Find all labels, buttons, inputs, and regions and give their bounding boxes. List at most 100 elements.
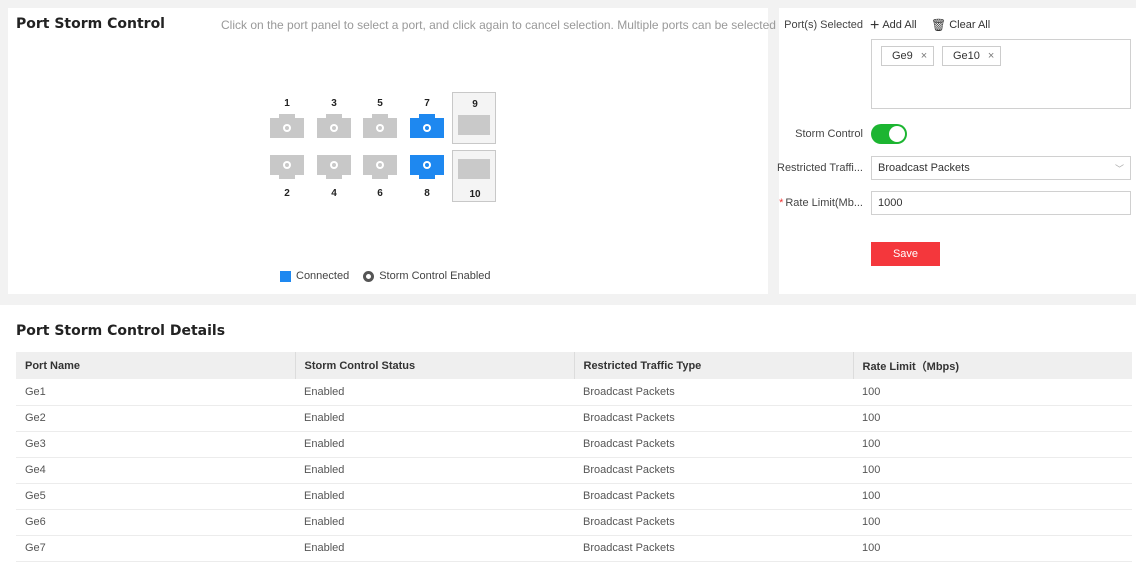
table-cell: Broadcast Packets — [574, 405, 853, 432]
port-10[interactable]: 10 — [452, 150, 496, 202]
table-cell: Broadcast Packets — [574, 457, 853, 484]
table-cell: Ge1 — [16, 379, 295, 406]
table-cell: Ge5 — [16, 483, 295, 510]
clear-all-button[interactable]: 🗑 Clear All — [931, 17, 991, 32]
table-row: Ge1 Enabled Broadcast Packets 100 — [16, 379, 1132, 406]
table-cell: Broadcast Packets — [574, 379, 853, 406]
table-cell: Enabled — [295, 405, 574, 432]
table-cell: Broadcast Packets — [574, 431, 853, 458]
table-cell: Enabled — [295, 483, 574, 510]
sfp-slot — [458, 115, 490, 135]
table-cell: Broadcast Packets — [574, 535, 853, 562]
panel-title: Port Storm Control — [16, 16, 165, 32]
table-cell: Enabled — [295, 457, 574, 484]
restricted-traffic-value: Broadcast Packets — [878, 162, 970, 174]
table-cell: Enabled — [295, 431, 574, 458]
storm-control-toggle[interactable] — [871, 124, 907, 144]
table-cell: 100 — [853, 379, 1132, 406]
trash-icon: 🗑 — [931, 17, 947, 32]
port-number: 6 — [377, 188, 383, 199]
table-body: Ge1 Enabled Broadcast Packets 100 Ge2 Enabled… — [16, 379, 1132, 562]
table-cell: 100 — [853, 457, 1132, 484]
port-2[interactable]: 2 — [265, 150, 309, 202]
ethernet-port-icon — [270, 155, 304, 179]
port-8[interactable]: 8 — [405, 150, 449, 202]
toggle-knob — [889, 126, 905, 142]
ethernet-port-icon — [363, 155, 397, 179]
add-all-button[interactable]: + Add All — [870, 16, 917, 34]
port-tag-ge10: Ge10 × — [942, 46, 1002, 66]
table-cell: 100 — [853, 405, 1132, 432]
port-number: 5 — [377, 98, 383, 109]
ethernet-port-icon — [317, 155, 351, 179]
table-row: Ge7 Enabled Broadcast Packets 100 — [16, 535, 1132, 562]
port-number: 7 — [424, 98, 430, 109]
close-icon[interactable]: × — [921, 50, 927, 62]
table-cell: Enabled — [295, 509, 574, 536]
port-number: 9 — [472, 99, 478, 110]
close-icon[interactable]: × — [988, 50, 994, 62]
legend-connected: Connected — [296, 270, 350, 282]
table-cell: Ge7 — [16, 535, 295, 562]
legend-storm-enabled: Storm Control Enabled — [379, 270, 491, 282]
table-row: Ge4 Enabled Broadcast Packets 100 — [16, 457, 1132, 484]
details-table: Port Name Storm Control Status Restricted … — [16, 352, 1132, 562]
tag-label: Ge10 — [953, 50, 980, 62]
port-4[interactable]: 4 — [312, 150, 356, 202]
port-5[interactable]: 5 — [358, 92, 402, 144]
selected-ports-box[interactable]: Ge9 × Ge10 × — [871, 39, 1131, 109]
storm-control-label: Storm Control — [795, 128, 863, 140]
port-6[interactable]: 6 — [358, 150, 402, 202]
table-cell: Ge3 — [16, 431, 295, 458]
port-number: 2 — [284, 188, 290, 199]
clear-all-label: Clear All — [949, 19, 991, 31]
ethernet-port-icon — [270, 114, 304, 138]
port-7[interactable]: 7 — [405, 92, 449, 144]
restricted-traffic-select[interactable]: Broadcast Packets ﹀ — [871, 156, 1131, 180]
panel-hint: Click on the port panel to select a port… — [221, 18, 829, 32]
sfp-slot — [458, 159, 490, 179]
port-number: 8 — [424, 188, 430, 199]
table-cell: 100 — [853, 431, 1132, 458]
table-row: Ge2 Enabled Broadcast Packets 100 — [16, 405, 1132, 432]
table-cell: Broadcast Packets — [574, 509, 853, 536]
connected-swatch — [280, 270, 291, 282]
table-cell: Ge4 — [16, 457, 295, 484]
restricted-traffic-label: Restricted Traffi... — [777, 162, 863, 174]
table-header: Port Name Storm Control Status Restricted … — [16, 352, 1132, 379]
rate-limit-input[interactable]: 1000 — [871, 191, 1131, 215]
legend: Connected Storm Control Enabled — [280, 270, 491, 282]
column-header: Restricted Traffic Type — [574, 352, 854, 379]
rate-limit-value: 1000 — [878, 197, 903, 209]
column-header: Port Name — [16, 352, 296, 379]
details-title: Port Storm Control Details — [16, 323, 226, 339]
port-1[interactable]: 1 — [265, 92, 309, 144]
port-3[interactable]: 3 — [312, 92, 356, 144]
port-number: 1 — [284, 98, 290, 109]
column-header: Storm Control Status — [295, 352, 575, 379]
ports-selected-label: Port(s) Selected — [784, 19, 863, 31]
tag-label: Ge9 — [892, 50, 913, 62]
port-number: 3 — [331, 98, 337, 109]
table-cell: 100 — [853, 483, 1132, 510]
ethernet-port-icon — [317, 114, 351, 138]
table-cell: Ge6 — [16, 509, 295, 536]
table-cell: Enabled — [295, 379, 574, 406]
save-button[interactable]: Save — [871, 242, 940, 266]
table-row: Ge3 Enabled Broadcast Packets 100 — [16, 431, 1132, 458]
port-tag-ge9: Ge9 × — [881, 46, 935, 66]
table-cell: Ge2 — [16, 405, 295, 432]
ethernet-port-icon — [410, 114, 444, 138]
chevron-down-icon: ﹀ — [1114, 163, 1124, 174]
port-number: 4 — [331, 188, 337, 199]
table-row: Ge5 Enabled Broadcast Packets 100 — [16, 483, 1132, 510]
plus-icon: + — [870, 16, 880, 34]
table-cell: 100 — [853, 509, 1132, 536]
table-cell: 100 — [853, 535, 1132, 562]
rate-limit-label-text: Rate Limit(Mb... — [785, 197, 863, 209]
ethernet-port-icon — [410, 155, 444, 179]
port-9[interactable]: 9 — [452, 92, 496, 144]
table-row: Ge6 Enabled Broadcast Packets 100 — [16, 509, 1132, 536]
add-all-label: Add All — [882, 19, 917, 31]
table-cell: Broadcast Packets — [574, 483, 853, 510]
